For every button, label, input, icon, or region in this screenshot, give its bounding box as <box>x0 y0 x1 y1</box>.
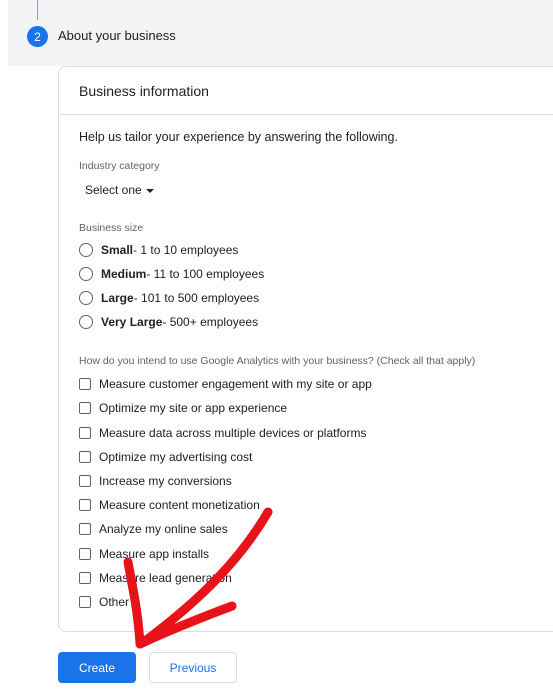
business-size-option-small[interactable]: Small - 1 to 10 employees <box>79 243 238 257</box>
usage-option[interactable]: Measure customer engagement with my site… <box>79 377 372 391</box>
size-name: Very Large <box>101 315 163 329</box>
usage-option-label: Measure customer engagement with my site… <box>99 377 372 391</box>
usage-option[interactable]: Analyze my online sales <box>79 522 228 536</box>
usage-option-label: Measure data across multiple devices or … <box>99 426 367 440</box>
checkbox[interactable] <box>79 523 91 535</box>
usage-option-label: Other <box>99 595 130 609</box>
usage-option[interactable]: Measure content monetization <box>79 498 260 512</box>
size-detail: - 101 to 500 employees <box>133 291 260 305</box>
size-detail: - 11 to 100 employees <box>146 267 265 281</box>
stepper-connector-line <box>37 0 38 20</box>
business-size-option-very-large[interactable]: Very Large - 500+ employees <box>79 315 258 329</box>
step-title: About your business <box>58 28 176 43</box>
radio-button[interactable] <box>79 243 93 257</box>
usage-option-label: Increase my conversions <box>99 474 232 488</box>
dropdown-caret-icon <box>145 188 154 193</box>
checkbox[interactable] <box>79 499 91 511</box>
usage-option-label: Analyze my online sales <box>99 522 228 536</box>
industry-category-label: Industry category <box>79 160 160 172</box>
checkbox[interactable] <box>79 572 91 584</box>
radio-button[interactable] <box>79 315 93 329</box>
business-size-option-large[interactable]: Large - 101 to 500 employees <box>79 291 259 305</box>
previous-button[interactable]: Previous <box>149 652 237 683</box>
size-name: Large <box>101 291 134 305</box>
size-name: Medium <box>101 267 147 281</box>
checkbox[interactable] <box>79 475 91 487</box>
usage-option[interactable]: Measure lead generation <box>79 571 232 585</box>
usage-option[interactable]: Measure data across multiple devices or … <box>79 426 366 440</box>
usage-option[interactable]: Optimize my advertising cost <box>79 450 252 464</box>
checkbox[interactable] <box>79 427 91 439</box>
usage-option-label: Optimize my advertising cost <box>99 450 253 464</box>
usage-option[interactable]: Increase my conversions <box>79 474 232 488</box>
step-number-badge: 2 <box>27 26 48 47</box>
checkbox[interactable] <box>79 548 91 560</box>
radio-button[interactable] <box>79 291 93 305</box>
card-divider <box>59 114 553 115</box>
checkbox[interactable] <box>79 451 91 463</box>
size-detail: - 1 to 10 employees <box>133 243 239 257</box>
industry-category-select[interactable]: Select one <box>85 183 154 197</box>
usage-option[interactable]: Other <box>79 595 129 609</box>
usage-option-label: Measure lead generation <box>99 571 232 585</box>
usage-option[interactable]: Optimize my site or app experience <box>79 401 287 415</box>
business-size-option-medium[interactable]: Medium - 11 to 100 employees <box>79 267 264 281</box>
business-size-label: Business size <box>79 222 144 234</box>
usage-option-label: Measure content monetization <box>99 498 260 512</box>
checkbox[interactable] <box>79 402 91 414</box>
radio-button[interactable] <box>79 267 93 281</box>
size-name: Small <box>101 243 134 257</box>
usage-option-label: Optimize my site or app experience <box>99 401 288 415</box>
checkbox[interactable] <box>79 596 91 608</box>
size-detail: - 500+ employees <box>162 315 259 329</box>
create-button[interactable]: Create <box>58 652 136 683</box>
usage-option-label: Measure app installs <box>99 547 210 561</box>
intro-text: Help us tailor your experience by answer… <box>79 130 398 144</box>
usage-question-label: How do you intend to use Google Analytic… <box>79 355 476 367</box>
checkbox[interactable] <box>79 378 91 390</box>
business-info-card: Business information Help us tailor your… <box>58 66 553 632</box>
industry-category-value: Select one <box>85 183 142 197</box>
card-title: Business information <box>79 83 209 99</box>
usage-option[interactable]: Measure app installs <box>79 547 209 561</box>
